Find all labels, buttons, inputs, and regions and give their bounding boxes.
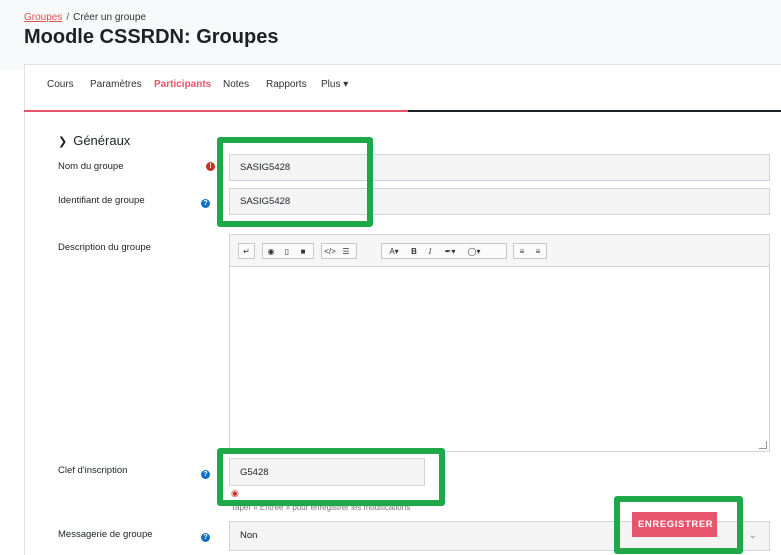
- page-title: Moodle CSSRDN: Groupes: [24, 26, 279, 48]
- tab-notes[interactable]: Notes: [223, 79, 249, 90]
- chevron-down-icon: ❯: [58, 136, 68, 148]
- breadcrumb-current: Créer un groupe: [73, 12, 146, 23]
- breadcrumb-link-groupes[interactable]: Groupes: [24, 12, 62, 23]
- label-group-name: Nom du groupe: [58, 161, 124, 172]
- help-icon[interactable]: ?: [201, 470, 210, 479]
- italic-icon[interactable]: I: [423, 244, 437, 258]
- ordered-list-icon[interactable]: ≡: [531, 244, 545, 258]
- tab-cours[interactable]: Cours: [47, 79, 74, 90]
- brush-icon[interactable]: ✒▾: [439, 244, 461, 258]
- breadcrumb: Groupes / Créer un groupe: [24, 12, 146, 23]
- image-icon[interactable]: ■: [296, 244, 310, 258]
- group-name-input[interactable]: [229, 154, 770, 181]
- nav-active-underline: [24, 110, 408, 112]
- checklist-icon[interactable]: ☰: [339, 244, 353, 258]
- required-icon: !: [206, 162, 215, 171]
- course-nav: Cours Paramètres Participants Notes Rapp…: [24, 64, 781, 112]
- section-generaux-toggle[interactable]: ❯ Généraux: [58, 133, 130, 148]
- help-icon[interactable]: ?: [201, 533, 210, 542]
- label-group-messaging: Messagerie de groupe: [58, 529, 153, 540]
- film-icon[interactable]: ▯: [280, 244, 294, 258]
- label-group-description: Description du groupe: [58, 242, 151, 253]
- help-icon[interactable]: ?: [201, 199, 210, 208]
- page-header: Groupes / Créer un groupe Moodle CSSRDN: G…: [0, 0, 781, 70]
- group-messaging-value: Non: [240, 530, 258, 541]
- resize-handle[interactable]: [759, 441, 767, 449]
- lightbulb-icon[interactable]: ◯▾: [463, 244, 485, 258]
- bold-icon[interactable]: B: [407, 244, 421, 258]
- unordered-list-icon[interactable]: ≡: [515, 244, 529, 258]
- tab-participants[interactable]: Participants: [154, 79, 211, 90]
- eye-icon[interactable]: ◉: [231, 488, 239, 499]
- editor-toolbar: ↵ ◉ ▯ ■ </> ☰ A▾ B I ✒▾ ◯▾ ≡ ≡: [230, 235, 769, 267]
- tab-plus-menu[interactable]: Plus ▾: [321, 79, 348, 90]
- group-id-input[interactable]: [229, 188, 770, 215]
- chevron-down-icon: ⌄: [748, 530, 757, 541]
- tab-rapports[interactable]: Rapports: [266, 79, 307, 90]
- enrolment-key-hint: Taper « Entrée » pour enregistrer les mo…: [231, 503, 411, 512]
- section-title: Généraux: [73, 133, 131, 148]
- label-enrolment-key: Clef d'inscription: [58, 465, 128, 476]
- media-icon[interactable]: ◉: [264, 244, 278, 258]
- collapse-toolbar-icon[interactable]: ↵: [240, 244, 253, 258]
- font-size-icon[interactable]: A▾: [383, 244, 405, 258]
- save-button[interactable]: ENREGISTRER: [632, 512, 717, 537]
- code-icon[interactable]: </>: [323, 244, 337, 258]
- enrolment-key-input[interactable]: [229, 458, 425, 486]
- nav-divider: [408, 110, 781, 112]
- tab-parametres[interactable]: Paramètres: [90, 79, 142, 90]
- description-editor[interactable]: ↵ ◉ ▯ ■ </> ☰ A▾ B I ✒▾ ◯▾ ≡ ≡: [229, 234, 770, 452]
- breadcrumb-separator: /: [66, 12, 70, 23]
- label-group-id: Identifiant de groupe: [58, 195, 145, 206]
